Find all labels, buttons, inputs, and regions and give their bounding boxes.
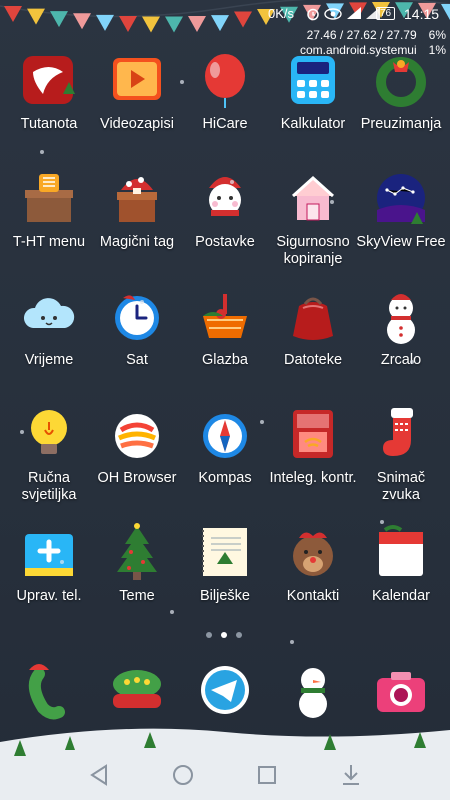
music-basket-icon [203,294,247,338]
snowflake [180,80,184,84]
page-dot[interactable] [206,632,212,638]
app-label: Preuzimanja [360,116,442,132]
load-percent: 6% [428,28,446,42]
balloon-icon [205,54,245,108]
app-label: Postavke [195,234,255,250]
snowman-icon [299,668,327,718]
lightbulb-icon [31,410,67,454]
cloud-weather-icon [23,298,75,328]
app-label: Zrcalo [380,352,422,368]
recents-icon[interactable] [252,762,282,788]
telegram-icon [201,666,249,714]
page-dot[interactable] [236,632,242,638]
wreath-icon [376,57,426,107]
house-backup-icon [291,175,335,221]
browser-ball-icon [115,414,159,458]
app-label: Ručna svjetiljka [21,470,77,503]
sim-chimney-icon [25,174,73,222]
app-label: Glazba [202,352,248,368]
app-label: HiCare [202,116,248,132]
app-label: Sat [126,352,148,368]
app-label: T-HT menu [12,234,86,250]
gift-sack-icon [293,297,333,340]
app-label: Kompas [198,470,252,486]
app-label: Vrijeme [24,352,74,368]
app-label: Kalkulator [280,116,346,132]
network-speed: 0K/s [268,6,295,21]
snowflake [140,300,144,304]
app-label: Snimač zvuka [376,470,426,503]
phone-icon [28,664,65,720]
snowflake [330,200,334,204]
snowflake [260,420,264,424]
alarm-icon [307,8,319,21]
snowflake [290,640,294,644]
phone-manager-icon [25,534,73,576]
load-average: 27.46 / 27.62 / 27.79 [306,28,417,42]
camera-icon [377,672,425,712]
home-icon[interactable] [168,762,198,788]
dock [0,660,450,730]
app-label: OH Browser [97,470,177,486]
app-label: Kontakti [286,588,340,604]
snowflake [60,560,64,564]
notification-pull-icon[interactable] [336,762,366,788]
clock-icon [115,295,159,340]
signal-icon [347,7,361,19]
snowman-mirror-icon [387,294,415,344]
christmas-tree-icon [117,523,157,580]
snowflake [230,180,234,184]
compass-icon [203,414,247,458]
stocking-icon [383,408,413,456]
navigation-bar [0,750,450,800]
page-dot-active[interactable] [221,632,227,638]
snowflake [40,150,44,154]
app-label: Inteleg. kontr. [269,470,357,486]
snowflake [380,520,384,524]
night-sky-icon [377,174,425,224]
app-label: Sigurnosno kopiranje [276,234,350,267]
app-label: Datoteke [283,352,343,368]
messages-icon [113,670,161,708]
snowflake [20,430,24,434]
notebook-icon [202,528,247,576]
calendar-icon [379,525,423,576]
calculator-icon [291,56,335,104]
reindeer-icon [293,532,333,576]
remote-control-icon [293,410,333,458]
app-label: Kalendar [371,588,431,604]
battery-indicator: 76 [376,7,396,20]
eye-icon [324,8,342,20]
back-icon[interactable] [84,762,114,788]
app-label: Uprav. tel. [16,588,82,604]
snowman-settings-icon [209,177,241,216]
tutanota-icon [23,56,75,104]
app-label: Bilješke [200,588,250,604]
status-bar: 0K/s 76 14:15 [0,0,450,24]
app-label: Magični tag [99,234,175,250]
mushroom-chimney-icon [117,177,157,222]
app-label: Tutanota [20,116,78,132]
video-icon [113,58,161,100]
page-indicator [0,630,450,640]
app-label: SkyView Free [356,234,446,250]
app-label: Teme [119,588,155,604]
snowflake [170,610,174,614]
clock-time: 14:15 [404,6,440,22]
snowflake [410,360,414,364]
app-label: Videozapisi [100,116,174,132]
